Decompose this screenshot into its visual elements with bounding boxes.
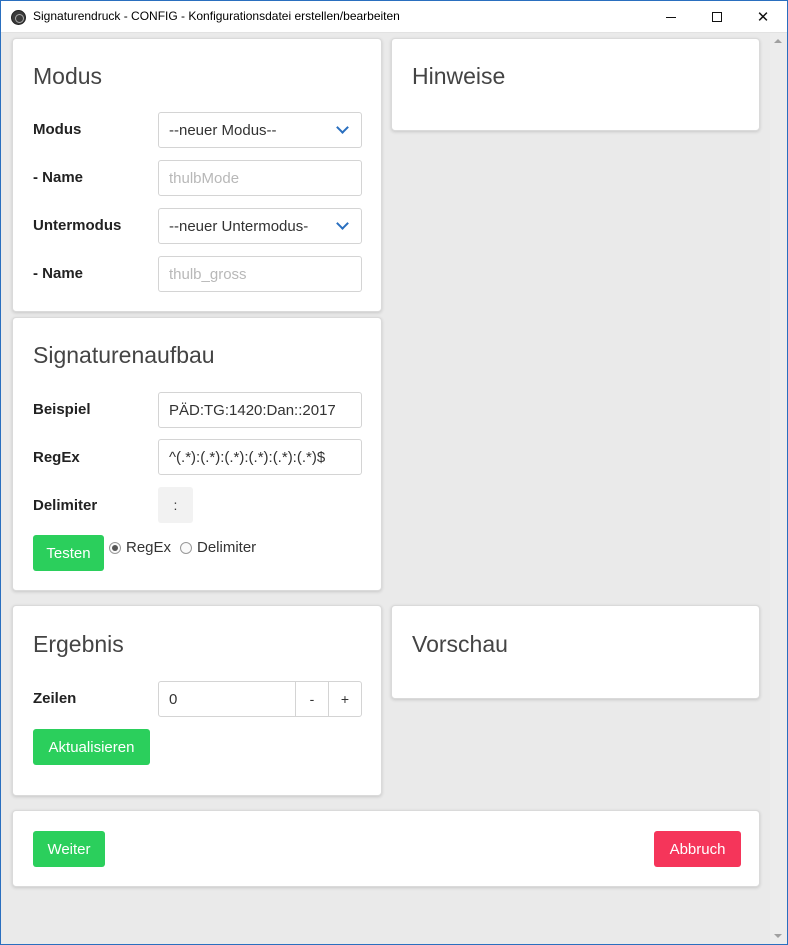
- radio-delimiter[interactable]: Delimiter: [180, 539, 256, 556]
- untermodus-select-value: --neuer Untermodus-: [169, 218, 309, 235]
- modus-name-input[interactable]: thulbMode: [158, 160, 362, 196]
- minimize-button[interactable]: [648, 1, 694, 33]
- maximize-icon: [712, 12, 722, 22]
- untermodus-label: Untermodus: [33, 217, 122, 234]
- beispiel-label: Beispiel: [33, 401, 91, 418]
- close-button[interactable]: ✕: [740, 1, 786, 33]
- vorschau-heading: Vorschau: [412, 631, 508, 657]
- test-button[interactable]: Testen: [33, 535, 104, 571]
- modus-name-label: - Name: [33, 169, 84, 186]
- signaturenaufbau-heading: Signaturenaufbau: [33, 342, 215, 368]
- update-button[interactable]: Aktualisieren: [33, 729, 150, 765]
- modus-card: Modus Modus --neuer Modus-- - Name thulb…: [12, 38, 382, 312]
- radio-delimiter-label: Delimiter: [197, 539, 257, 556]
- modus-select[interactable]: --neuer Modus--: [158, 112, 362, 148]
- modus-select-value: --neuer Modus--: [169, 122, 277, 139]
- chevron-down-icon: [336, 121, 349, 134]
- delimiter-input[interactable]: :: [158, 487, 193, 523]
- radio-regex-circle[interactable]: [109, 541, 121, 554]
- vertical-scrollbar[interactable]: [770, 33, 787, 944]
- app-window: Signaturendruck - CONFIG - Konfiguration…: [0, 0, 788, 945]
- close-icon: ✕: [756, 8, 770, 26]
- title-bar: Signaturendruck - CONFIG - Konfiguration…: [1, 1, 787, 33]
- app-icon: [11, 10, 26, 25]
- zeilen-input[interactable]: 0: [159, 682, 295, 716]
- weiter-button[interactable]: Weiter: [33, 831, 105, 867]
- increment-button[interactable]: +: [328, 682, 361, 716]
- signaturenaufbau-card: Signaturenaufbau Beispiel PÄD:TG:1420:Da…: [12, 317, 382, 591]
- hinweise-heading: Hinweise: [412, 63, 506, 89]
- regex-input[interactable]: ^(.*):(.*):(.*):(.*):(.*):(.*)$: [158, 439, 362, 475]
- maximize-button[interactable]: [694, 1, 740, 33]
- beispiel-input[interactable]: PÄD:TG:1420:Dan::2017: [158, 392, 362, 428]
- ergebnis-card: Ergebnis Zeilen 0 - + Aktualisieren: [12, 605, 382, 796]
- untermodus-select[interactable]: --neuer Untermodus-: [158, 208, 362, 244]
- chevron-down-icon: [336, 217, 349, 230]
- zeilen-label: Zeilen: [33, 690, 77, 707]
- modus-heading: Modus: [33, 63, 103, 89]
- scroll-up-icon[interactable]: [774, 39, 782, 43]
- minimize-icon: [666, 16, 676, 18]
- footer-card: Weiter Abbruch: [12, 810, 760, 887]
- decrement-button[interactable]: -: [295, 682, 328, 716]
- hinweise-card: Hinweise: [391, 38, 760, 131]
- untermodus-name-label: - Name: [33, 265, 84, 282]
- zeilen-stepper[interactable]: 0 - +: [158, 681, 362, 717]
- regex-label: RegEx: [33, 449, 80, 466]
- modus-label: Modus: [33, 121, 82, 138]
- vorschau-card: Vorschau: [391, 605, 760, 699]
- ergebnis-heading: Ergebnis: [33, 631, 124, 657]
- radio-regex-label: RegEx: [126, 539, 172, 556]
- abbruch-button[interactable]: Abbruch: [654, 831, 741, 867]
- untermodus-name-input[interactable]: thulb_gross: [158, 256, 362, 292]
- scroll-down-icon[interactable]: [774, 934, 782, 938]
- radio-delimiter-circle[interactable]: [180, 541, 192, 554]
- window-title: Signaturendruck - CONFIG - Konfiguration…: [33, 9, 400, 23]
- radio-regex[interactable]: RegEx: [109, 539, 171, 556]
- delimiter-label: Delimiter: [33, 497, 98, 514]
